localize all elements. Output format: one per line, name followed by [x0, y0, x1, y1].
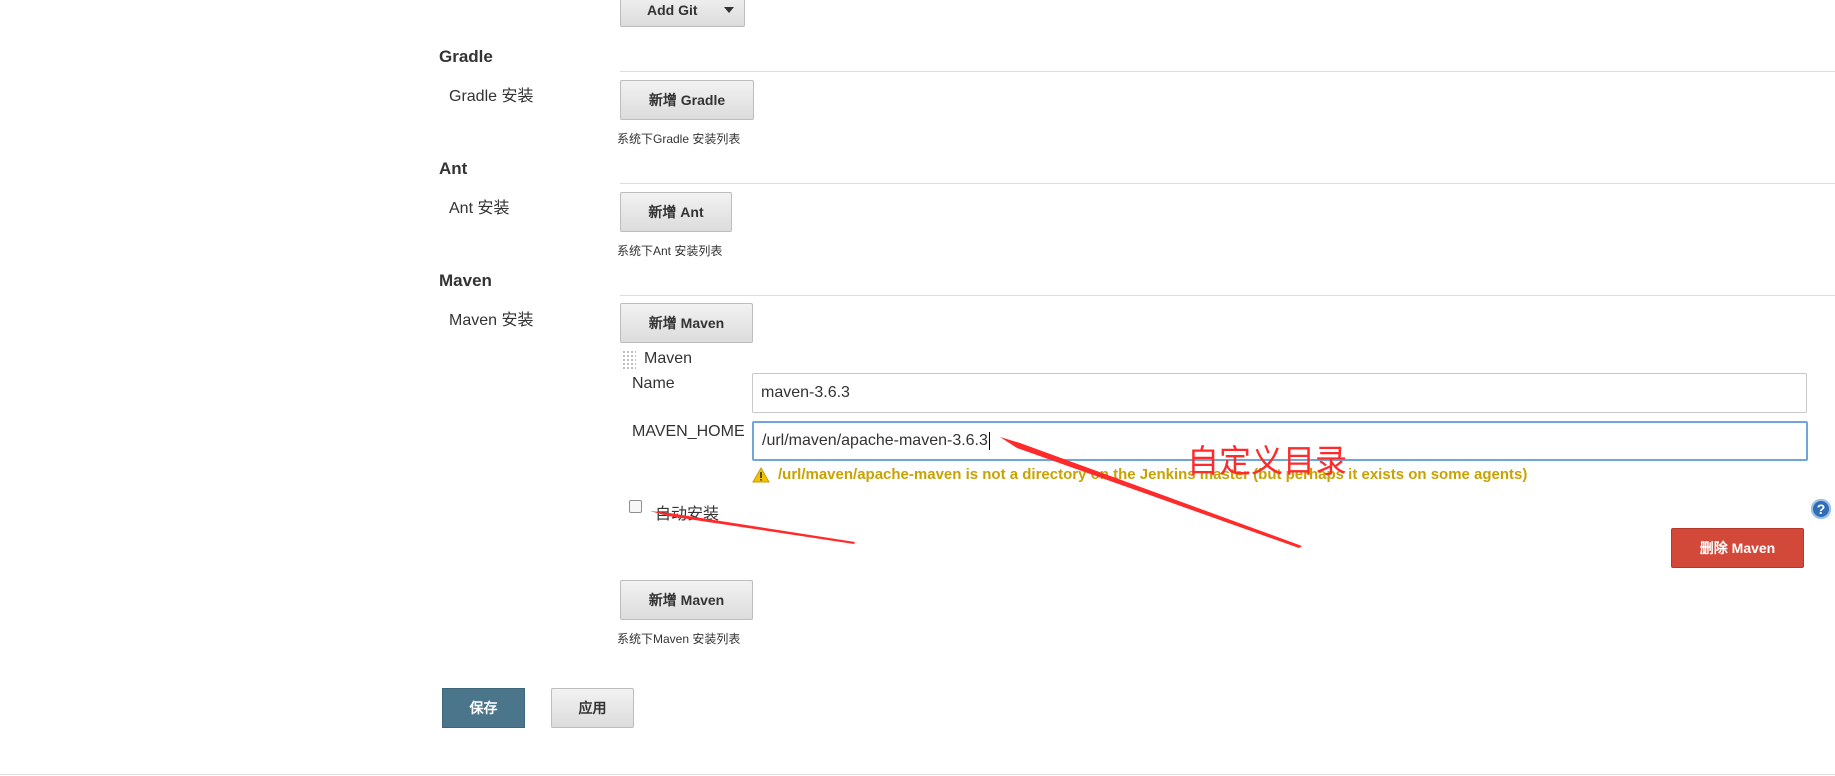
annotation-arrow-to-home	[1000, 437, 1302, 548]
annotation-arrows	[650, 437, 1302, 548]
annotation-arrow-to-checkbox	[650, 511, 855, 544]
